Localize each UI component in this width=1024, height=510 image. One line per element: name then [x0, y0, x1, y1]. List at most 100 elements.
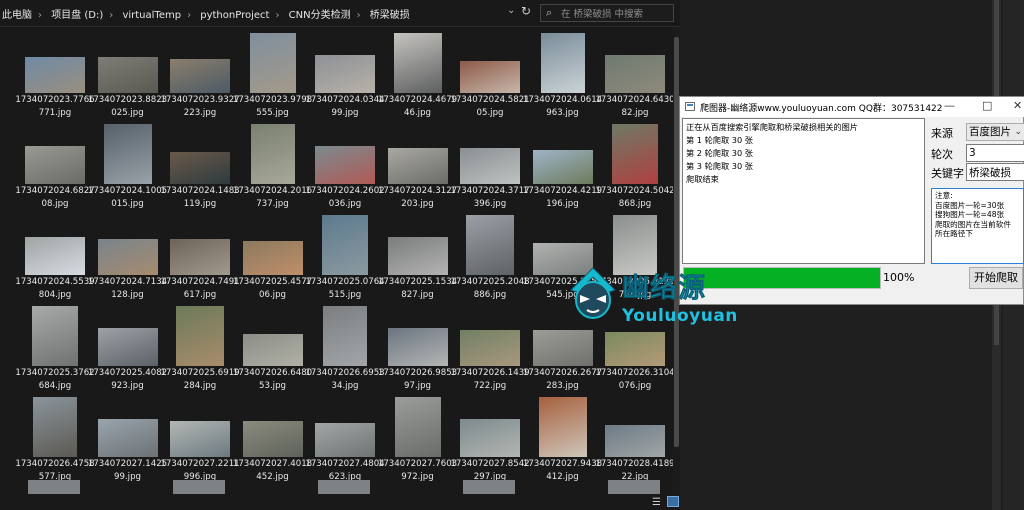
image-thumbnail[interactable] — [103, 124, 152, 184]
image-thumbnail[interactable] — [387, 237, 448, 275]
image-thumbnail[interactable] — [25, 57, 85, 93]
image-thumbnail[interactable] — [28, 480, 80, 494]
image-thumbnail[interactable] — [322, 215, 368, 275]
file-name: 1734072024.643082.jpg — [595, 95, 675, 118]
image-thumbnail[interactable] — [612, 124, 658, 184]
dialog-title: 爬图器-幽络源www.youluoyuan.com QQ群：307531422 — [700, 104, 943, 114]
breadcrumb-virtualtemp[interactable]: virtualTemp — [122, 10, 181, 21]
close-button[interactable]: ✕ — [1013, 99, 1022, 112]
chevron-right-icon[interactable]: › — [109, 10, 113, 21]
file-name: 1734072025.1534827.jpg — [377, 277, 458, 300]
image-thumbnail[interactable] — [460, 61, 520, 93]
image-thumbnail[interactable] — [250, 124, 295, 184]
keyword-label: 关键字 — [931, 167, 964, 180]
note-line: 爬取的图片在当前软件 — [935, 219, 1011, 229]
image-thumbnail[interactable] — [176, 306, 224, 366]
image-thumbnail[interactable] — [97, 57, 158, 93]
log-line: 爬取结束 — [686, 174, 719, 184]
image-thumbnail[interactable] — [97, 239, 158, 275]
rounds-input[interactable] — [966, 144, 1024, 162]
file-name: 1734072024.034499.jpg — [305, 95, 385, 118]
large-icons-view-icon[interactable] — [667, 496, 679, 507]
chevron-right-icon[interactable]: › — [275, 10, 279, 21]
image-thumbnail[interactable] — [242, 334, 303, 366]
image-thumbnail[interactable] — [242, 241, 303, 275]
status-bar — [0, 494, 680, 510]
chevron-right-icon[interactable]: › — [38, 10, 42, 21]
breadcrumb-pythonproject[interactable]: pythonProject — [200, 10, 269, 21]
app-icon — [685, 102, 695, 111]
breadcrumb-drive[interactable]: 项目盘 (D:) — [51, 10, 103, 21]
search-box[interactable]: ⌕ — [540, 4, 675, 23]
image-thumbnail[interactable] — [605, 332, 665, 366]
image-thumbnail[interactable] — [25, 237, 85, 275]
breadcrumb-current-folder[interactable]: 桥梁破损 — [370, 10, 410, 21]
image-thumbnail[interactable] — [608, 480, 660, 494]
file-name: 1734072023.9327223.jpg — [160, 95, 240, 118]
dialog-titlebar[interactable]: 爬图器-幽络源www.youluoyuan.com QQ群：307531422 … — [680, 97, 1024, 117]
watermark-name: 幽络源 — [622, 273, 706, 305]
keyword-input[interactable] — [966, 163, 1024, 181]
progress-percent: 100% — [883, 271, 915, 284]
image-thumbnail[interactable] — [97, 419, 158, 457]
file-name: 1734072023.7766771.jpg — [15, 95, 95, 118]
image-thumbnail[interactable] — [460, 330, 520, 366]
minimize-button[interactable]: — — [944, 99, 955, 112]
image-thumbnail[interactable] — [249, 33, 296, 93]
breadcrumb-cnn[interactable]: CNN分类检测 — [289, 10, 351, 21]
image-thumbnail[interactable] — [460, 419, 520, 457]
chevron-right-icon[interactable]: › — [187, 10, 191, 21]
image-thumbnail[interactable] — [387, 148, 448, 184]
start-crawl-button[interactable]: 开始爬取 — [969, 267, 1023, 289]
file-name: 1734072025.457706.jpg — [232, 277, 313, 300]
file-name: 1734072024.2016737.jpg — [232, 186, 313, 209]
file-name: 1734072024.3127203.jpg — [377, 186, 458, 209]
image-thumbnail[interactable] — [393, 33, 442, 93]
maximize-button[interactable]: □ — [982, 99, 992, 112]
image-thumbnail[interactable] — [532, 150, 593, 184]
log-textbox[interactable]: 正在从百度搜索引擎爬取和桥梁破损相关的图片 第 1 轮爬取 30 张 第 2 轮… — [682, 118, 925, 264]
image-thumbnail[interactable] — [394, 397, 441, 457]
details-view-icon[interactable]: ☰ — [652, 497, 661, 508]
notes-textbox[interactable]: 注意: 百度图片一轮=30张 搜狗图片一轮=48张 爬取的图片在当前软件 所在路… — [931, 188, 1024, 264]
image-thumbnail[interactable] — [170, 59, 230, 93]
image-thumbnail[interactable] — [540, 33, 585, 93]
image-thumbnail[interactable] — [170, 239, 230, 275]
file-name: 1734072023.9798555.jpg — [232, 95, 313, 118]
image-thumbnail[interactable] — [315, 423, 375, 457]
image-thumbnail[interactable] — [605, 55, 665, 93]
refresh-icon[interactable]: ↻ — [521, 4, 531, 18]
image-thumbnail[interactable] — [97, 328, 158, 366]
image-thumbnail[interactable] — [460, 148, 520, 184]
image-thumbnail[interactable] — [173, 480, 225, 494]
image-thumbnail[interactable] — [387, 328, 448, 366]
breadcrumb-this-pc[interactable]: 此电脑 — [2, 10, 32, 21]
source-select[interactable]: 百度图片 ⌄ — [966, 123, 1024, 141]
image-thumbnail[interactable] — [25, 146, 85, 184]
address-bar[interactable]: 此电脑 › 项目盘 (D:) › virtualTemp › pythonProjec… — [0, 0, 680, 27]
file-name: 1734072024.682708.jpg — [15, 186, 95, 209]
chevron-right-icon[interactable]: › — [357, 10, 361, 21]
image-thumbnail[interactable] — [318, 480, 370, 494]
image-thumbnail[interactable] — [463, 480, 515, 494]
image-thumbnail[interactable] — [538, 397, 587, 457]
image-thumbnail[interactable] — [323, 306, 367, 366]
image-thumbnail[interactable] — [170, 421, 230, 457]
chevron-down-icon[interactable]: ⌄ — [507, 5, 515, 16]
image-thumbnail[interactable] — [315, 146, 375, 184]
background-region — [680, 0, 1024, 96]
file-name: 1734072024.0614963.jpg — [522, 95, 603, 118]
image-thumbnail[interactable] — [170, 152, 230, 184]
image-thumbnail[interactable] — [242, 421, 303, 457]
log-line: 第 1 轮爬取 30 张 — [686, 135, 753, 145]
search-input[interactable] — [559, 5, 675, 23]
file-name: 1734072027.7603972.jpg — [377, 459, 458, 482]
image-thumbnail[interactable] — [315, 55, 375, 93]
file-name: 1734072023.8823025.jpg — [87, 95, 168, 118]
file-name: 1734072026.985397.jpg — [377, 368, 458, 391]
image-thumbnail[interactable] — [33, 397, 77, 457]
image-thumbnail[interactable] — [466, 215, 514, 275]
image-thumbnail[interactable] — [32, 306, 78, 366]
image-thumbnail[interactable] — [605, 425, 665, 457]
image-thumbnail[interactable] — [532, 330, 593, 366]
